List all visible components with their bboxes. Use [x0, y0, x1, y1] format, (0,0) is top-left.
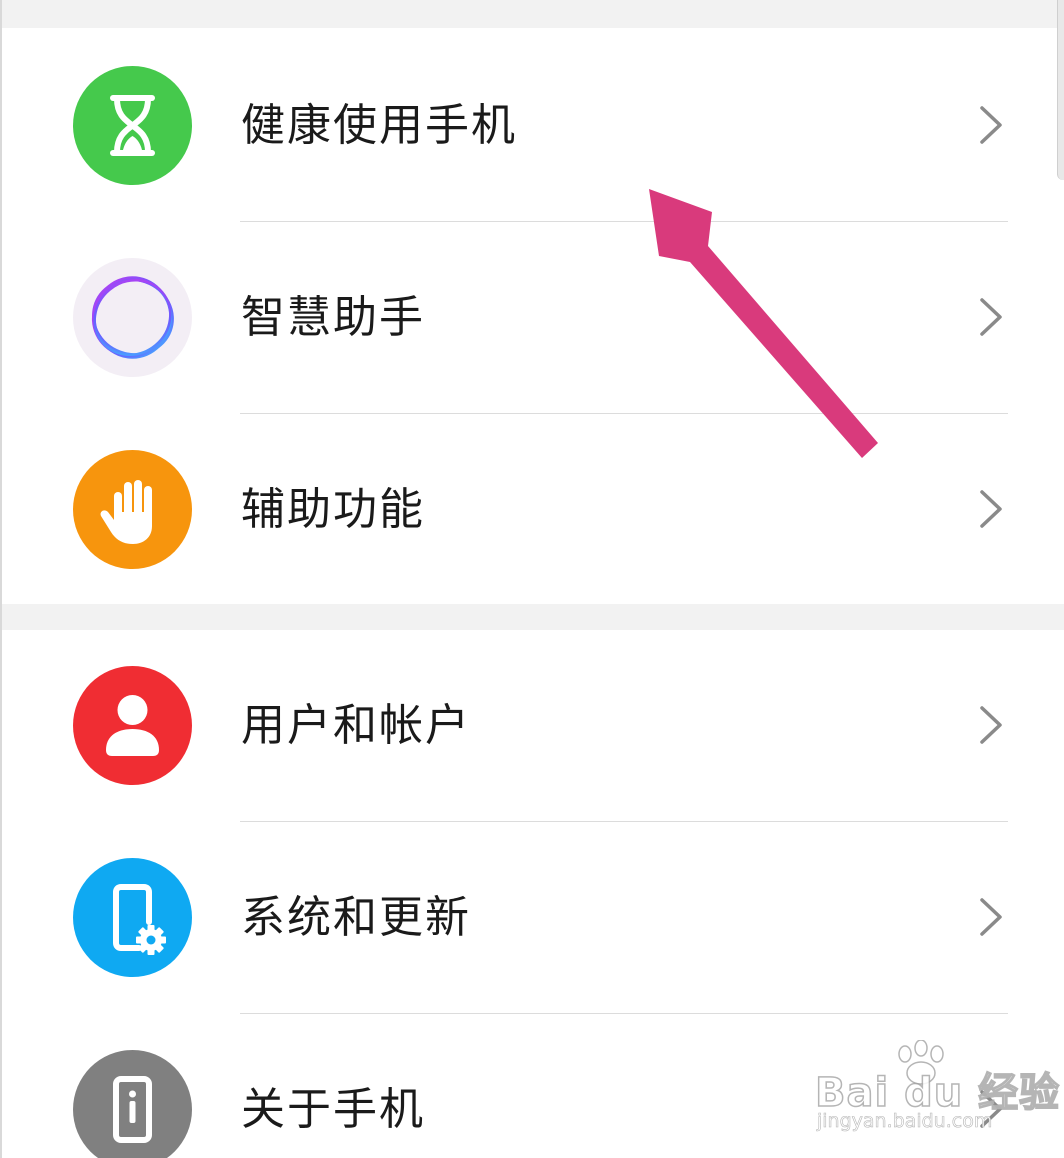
settings-item-label: 辅助功能 — [241, 484, 425, 535]
chevron-right-icon — [980, 490, 1002, 528]
hourglass-icon — [73, 66, 192, 185]
hand-icon — [73, 450, 192, 569]
settings-item-label: 健康使用手机 — [241, 100, 517, 151]
settings-item-digital-balance[interactable]: 健康使用手机 — [0, 28, 1064, 220]
settings-item-label: 关于手机 — [241, 1084, 425, 1135]
scrollbar[interactable] — [1057, 0, 1064, 180]
chevron-right-icon — [980, 1090, 1002, 1128]
chevron-right-icon — [980, 898, 1002, 936]
settings-item-smart-assistant[interactable]: 智慧助手 — [0, 222, 1064, 414]
assistant-ring-icon — [73, 258, 192, 377]
settings-item-accessibility[interactable]: 辅助功能 — [0, 414, 1064, 606]
settings-group-2: 用户和帐户 系统和更新 关于手机 — [0, 630, 1064, 1158]
settings-page: 健康使用手机 智慧助手 辅助功能 用户和帐户 系统和更新 关于手机 Bai du… — [0, 0, 1064, 1158]
settings-item-about-phone[interactable]: 关于手机 — [0, 1014, 1064, 1158]
settings-item-label: 用户和帐户 — [241, 700, 471, 751]
chevron-right-icon — [980, 706, 1002, 744]
settings-item-label: 智慧助手 — [241, 292, 425, 343]
chevron-right-icon — [980, 106, 1002, 144]
settings-item-label: 系统和更新 — [241, 892, 471, 943]
settings-item-users-accounts[interactable]: 用户和帐户 — [0, 630, 1064, 822]
phone-gear-icon — [73, 858, 192, 977]
chevron-right-icon — [980, 298, 1002, 336]
user-icon — [73, 666, 192, 785]
frame-edge — [0, 0, 2, 1158]
settings-group-1: 健康使用手机 智慧助手 辅助功能 — [0, 28, 1064, 604]
phone-info-icon — [73, 1050, 192, 1158]
settings-item-system-update[interactable]: 系统和更新 — [0, 822, 1064, 1014]
